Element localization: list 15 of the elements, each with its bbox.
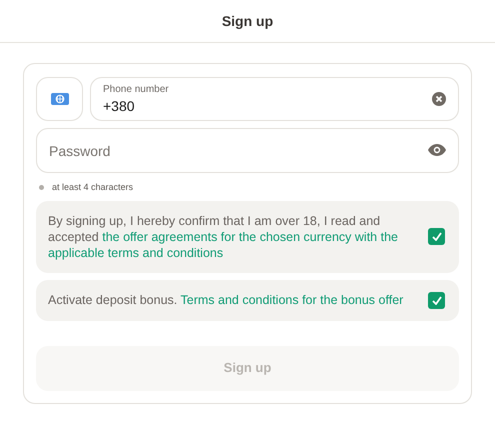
page-title: Sign up [222,12,274,31]
eye-icon[interactable] [428,144,446,156]
field-label: Phone number [103,84,169,96]
consent-text: Activate deposit bonus. Terms and conditions for the bonus offer [48,292,404,308]
country-button[interactable] [36,77,83,121]
globe-icon [50,93,68,105]
password-field[interactable]: Password [36,128,459,173]
consent-text: By signing up, I hereby confirm that I am over 18, I read and accepted the offer agreements for the chosen currency with the applicable terms and conditions [48,212,399,260]
check-icon [432,296,442,304]
clear-icon[interactable] [432,92,446,106]
checkbox[interactable] [428,228,445,245]
password-hint: at least 4 characters [52,181,134,194]
bullet-icon [39,185,44,190]
checkbox[interactable] [428,292,445,308]
check-icon [432,232,442,241]
